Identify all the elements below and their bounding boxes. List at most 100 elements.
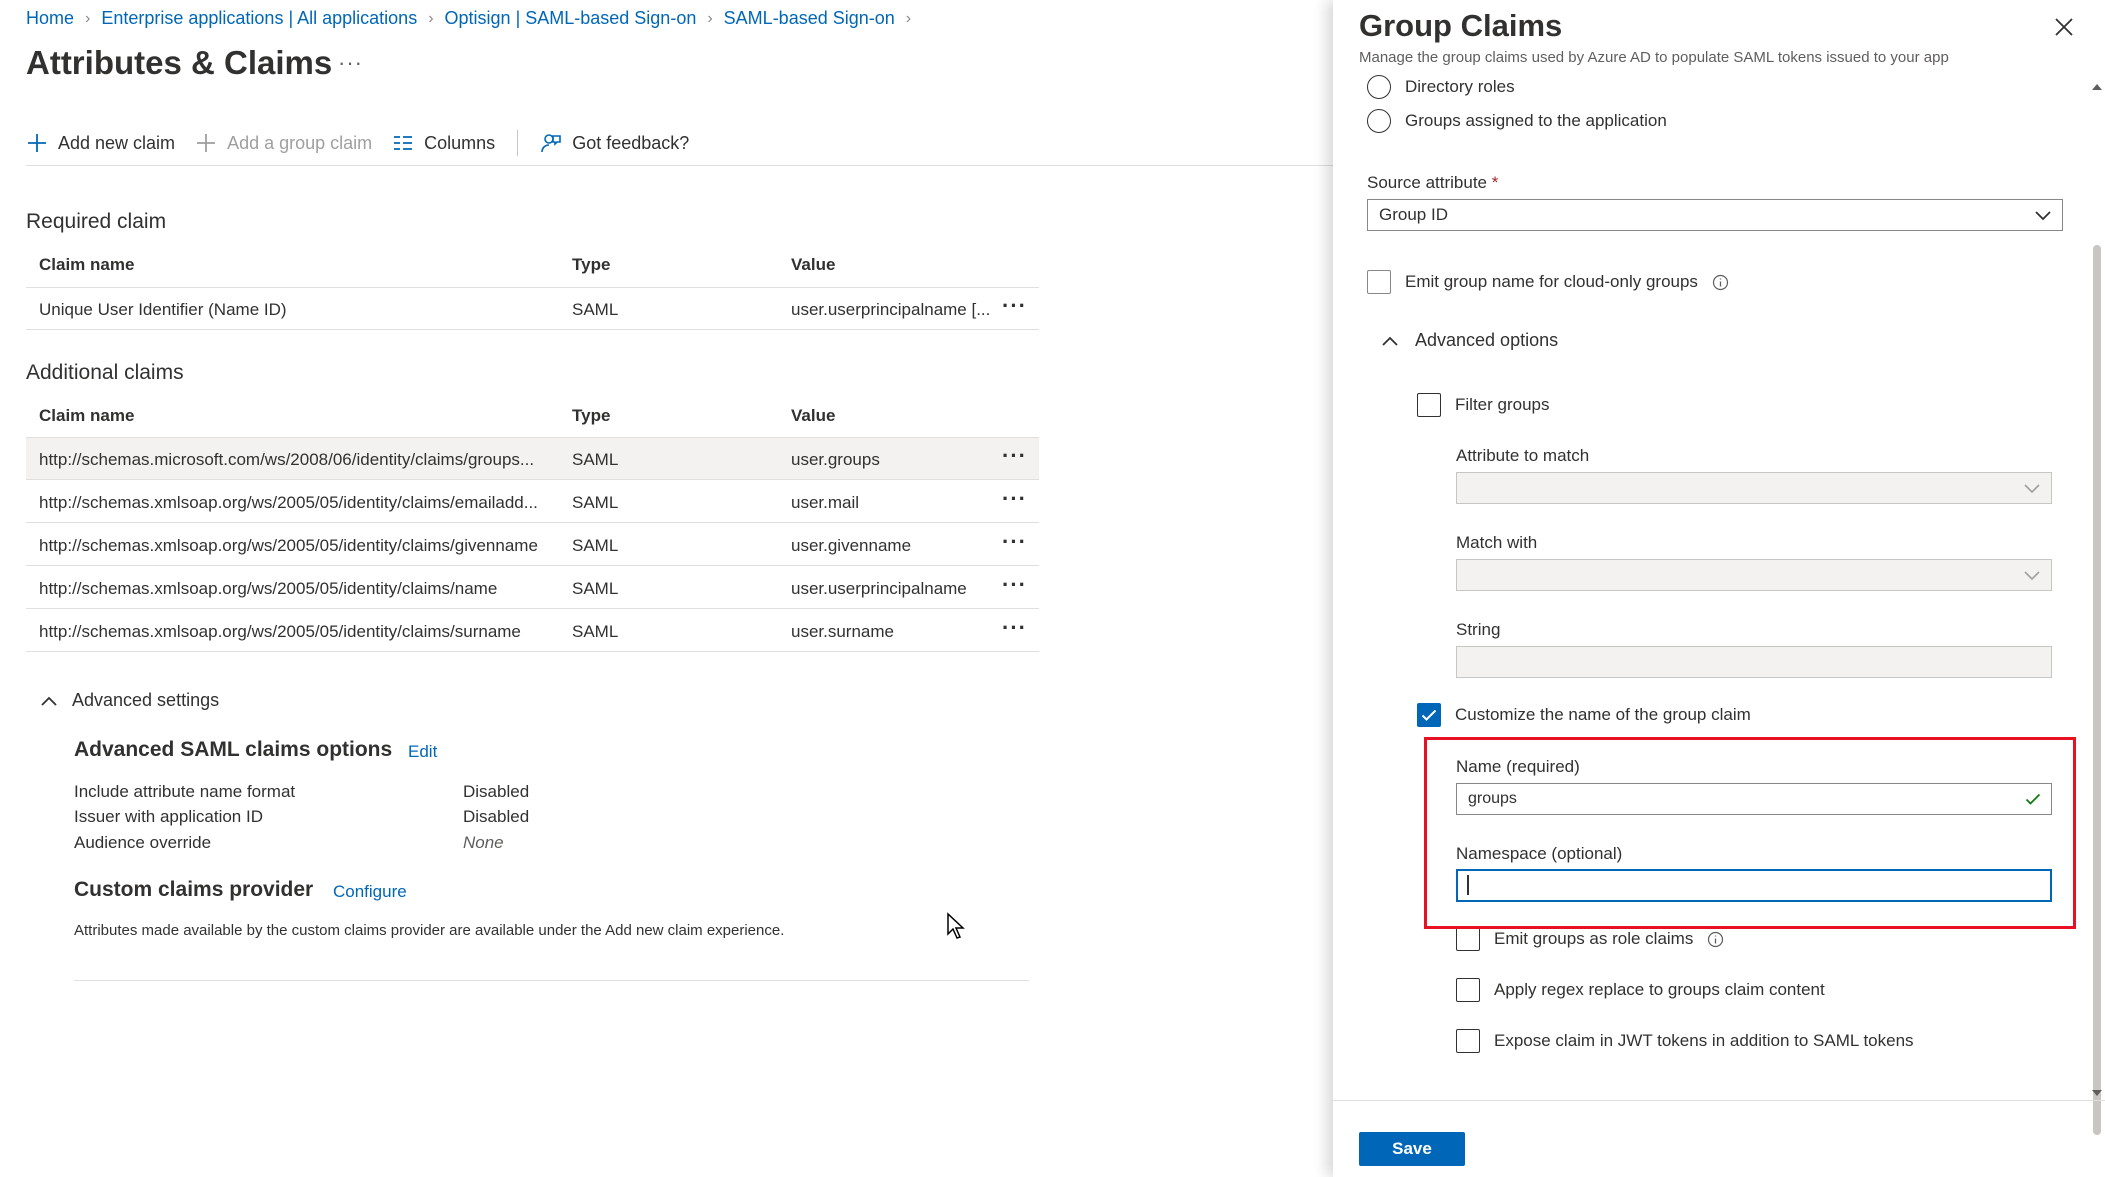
option-value: None [463,833,504,852]
table-row[interactable]: http://schemas.xmlsoap.org/ws/2005/05/id… [26,567,1039,609]
table-row[interactable]: http://schemas.xmlsoap.org/ws/2005/05/id… [26,481,1039,523]
checkbox-label: Customize the name of the group claim [1455,705,1751,724]
advanced-options-toggle[interactable]: Advanced options [1381,330,1558,351]
table-row[interactable]: http://schemas.microsoft.com/ws/2008/06/… [26,438,1039,480]
claim-value-cell: user.givenname [791,536,912,555]
custom-claims-note: Attributes made available by the custom … [74,922,785,939]
emit-cloud-only-checkbox-row[interactable]: Emit group name for cloud-only groups [1367,270,1729,294]
radio-button[interactable] [1367,75,1391,99]
breadcrumb-optisign[interactable]: Optisign | SAML-based Sign-on [445,8,697,29]
add-group-claim-button[interactable]: Add a group claim [195,132,372,154]
save-button[interactable]: Save [1359,1132,1465,1166]
advanced-saml-options-heading: Advanced SAML claims options [74,738,393,761]
required-marker: * [1491,173,1499,192]
scroll-up-icon[interactable] [2092,84,2102,90]
row-more-button[interactable]: ··· [1002,486,1027,512]
source-attribute-dropdown[interactable]: Group ID [1367,199,2063,231]
checkbox[interactable] [1456,927,1480,951]
table-row[interactable]: http://schemas.xmlsoap.org/ws/2005/05/id… [26,524,1039,566]
column-header-type: Type [572,406,611,425]
option-label: Include attribute name format [74,782,296,801]
claim-value-cell: user.mail [791,493,860,512]
attribute-to-match-dropdown[interactable] [1456,472,2052,504]
expose-jwt-checkbox-row[interactable]: Expose claim in JWT tokens in addition t… [1456,1029,1914,1053]
highlight-box [1424,737,2076,929]
customize-name-checkbox-row[interactable]: Customize the name of the group claim [1417,703,1751,727]
claim-type-cell: SAML [572,300,619,319]
info-icon[interactable] [1712,274,1729,291]
claim-type-cell: SAML [572,536,619,555]
chevron-down-icon [2035,211,2051,221]
row-more-button[interactable]: ··· [1002,443,1027,469]
configure-link[interactable]: Configure [333,882,407,902]
feedback-button[interactable]: Got feedback? [540,132,689,154]
source-attribute-text: Source attribute [1367,173,1488,192]
info-icon[interactable] [1707,931,1724,948]
panel-scrollbar[interactable] [2089,80,2105,1135]
feedback-label: Got feedback? [572,132,690,153]
advanced-options-label: Advanced options [1415,330,1559,350]
radio-groups-assigned[interactable]: Groups assigned to the application [1367,109,1667,133]
radio-directory-roles[interactable]: Directory roles [1367,75,1515,99]
attribute-to-match-label: Attribute to match [1456,446,1590,465]
option-label: Audience override [74,833,212,852]
checkbox-label: Filter groups [1455,395,1550,414]
claim-type-cell: SAML [572,493,619,512]
checkbox[interactable] [1367,270,1391,294]
claim-value-cell: user.surname [791,622,894,641]
emit-role-claims-checkbox-row[interactable]: Emit groups as role claims [1456,927,1724,951]
filter-groups-checkbox-row[interactable]: Filter groups [1417,393,1549,417]
radio-button[interactable] [1367,109,1391,133]
option-value: Disabled [463,782,530,801]
checkbox[interactable] [1417,393,1441,417]
columns-button[interactable]: Columns [392,132,495,154]
claim-type-cell: SAML [572,450,619,469]
add-new-claim-label: Add new claim [58,132,176,153]
chevron-down-icon [2024,484,2040,494]
checkbox-checked[interactable] [1417,703,1441,727]
string-input[interactable] [1456,646,2052,678]
feedback-icon [541,134,561,153]
breadcrumb-saml-sign-on[interactable]: SAML-based Sign-on [724,8,895,29]
mouse-cursor-icon [947,912,965,939]
columns-label: Columns [424,132,496,153]
option-value: Disabled [463,807,530,826]
row-more-button[interactable]: ··· [1002,615,1027,641]
scroll-down-icon[interactable] [2092,1090,2102,1096]
table-row[interactable]: http://schemas.xmlsoap.org/ws/2005/05/id… [26,610,1039,652]
more-options-button[interactable]: ··· [338,50,363,76]
breadcrumb-home[interactable]: Home [26,8,74,29]
attributes-claims-page: Home › Enterprise applications | All app… [0,0,1333,1177]
checkbox[interactable] [1456,978,1480,1002]
row-more-button[interactable]: ··· [1002,293,1027,319]
match-with-dropdown[interactable] [1456,559,2052,591]
chevron-right-icon: › [85,9,91,27]
required-claim-heading: Required claim [26,210,167,233]
column-header-type: Type [572,255,611,274]
apply-regex-checkbox-row[interactable]: Apply regex replace to groups claim cont… [1456,978,1825,1002]
section-divider [74,980,1029,981]
checkbox[interactable] [1456,1029,1480,1053]
plus-icon [28,134,46,152]
claim-name-cell: http://schemas.xmlsoap.org/ws/2005/05/id… [39,622,521,641]
edit-link[interactable]: Edit [408,742,437,762]
footer-divider [1333,1100,2105,1101]
row-more-button[interactable]: ··· [1002,572,1027,598]
close-icon[interactable] [2053,16,2075,38]
checkbox-label: Apply regex replace to groups claim cont… [1494,980,1825,999]
scroll-thumb[interactable] [2093,245,2101,1135]
claim-name-cell: Unique User Identifier (Name ID) [39,300,287,319]
table-row[interactable]: Unique User Identifier (Name ID) SAML us… [26,288,1039,330]
breadcrumb-enterprise-apps[interactable]: Enterprise applications | All applicatio… [101,8,417,29]
add-new-claim-button[interactable]: Add new claim [26,132,175,154]
claim-value-cell: user.groups [791,450,880,469]
advanced-settings-toggle[interactable]: Advanced settings [40,690,219,711]
custom-claims-provider-heading: Custom claims provider [74,878,314,901]
chevron-down-icon [2024,571,2040,581]
option-label: Issuer with application ID [74,807,263,826]
chevron-up-icon [41,696,57,706]
add-group-claim-label: Add a group claim [227,132,373,153]
claim-value-cell: user.userprincipalname [... [791,300,991,319]
row-more-button[interactable]: ··· [1002,529,1027,555]
checkmark-icon [1421,709,1437,721]
